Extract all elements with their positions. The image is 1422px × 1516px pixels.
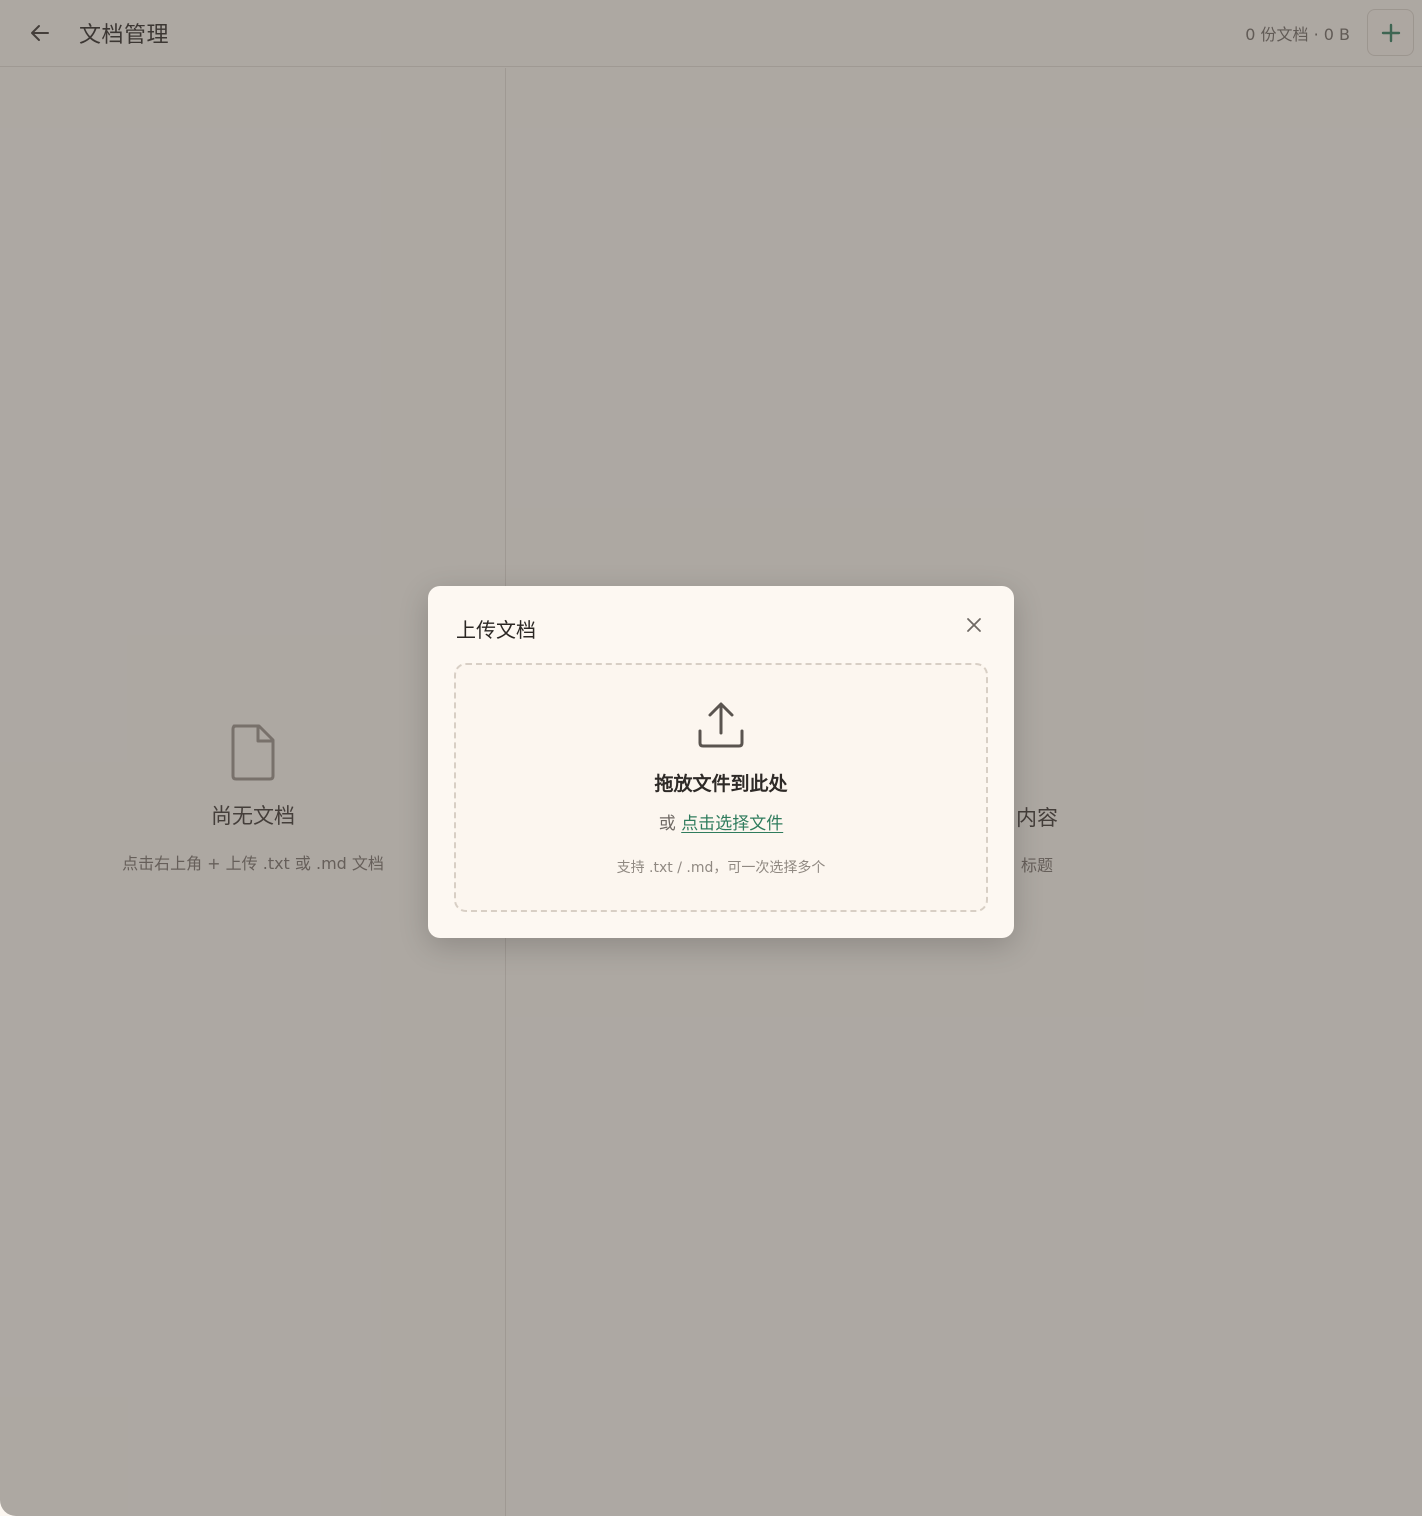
app-window: 文档管理 0 份文档 · 0 B 尚无文档 点击右上角 + 上传 .txt 或 … [0,0,1422,1516]
close-icon [967,618,981,632]
dropzone-or-line: 或 点击选择文件 [456,809,986,834]
choose-file-link[interactable]: 点击选择文件 [681,814,783,834]
or-label: 或 [658,814,676,834]
close-button[interactable] [964,615,984,635]
dropzone-title: 拖放文件到此处 [654,773,788,795]
file-dropzone[interactable]: 拖放文件到此处 或 点击选择文件 支持 .txt / .md，可一次选择多个 [454,663,988,912]
dropzone-hint: 支持 .txt / .md，可一次选择多个 [616,860,826,876]
upload-icon [698,702,744,748]
upload-dialog: 上传文档 拖放文件到此处 或 点击选择文件 支持 .txt / .md，可一次选… [428,586,1014,938]
dialog-title: 上传文档 [456,618,536,642]
